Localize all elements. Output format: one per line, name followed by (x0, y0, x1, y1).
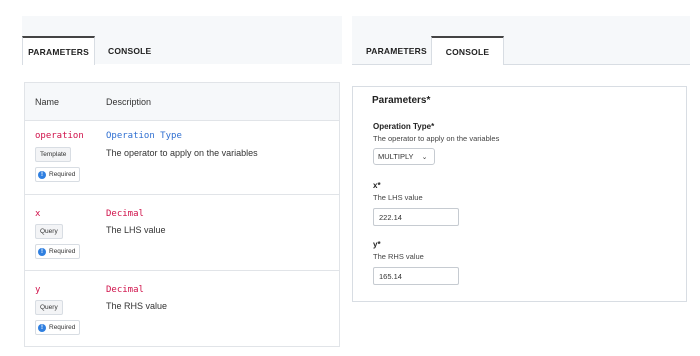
parameters-table: Name Description operation Template ! Req… (24, 82, 340, 347)
operation-type-description: The operator to apply on the variables (373, 134, 500, 143)
info-icon: ! (38, 323, 46, 332)
param-type: Operation Type (106, 131, 182, 141)
param-name: operation (35, 131, 84, 141)
console-panel: PARAMETERS CONSOLE Parameters* Operation… (352, 0, 700, 356)
param-type: Decimal (106, 209, 144, 219)
tab-console[interactable]: CONSOLE (108, 37, 162, 64)
operation-type-select[interactable]: MULTIPLY ⌄ (373, 148, 435, 165)
param-location-badge: Query (35, 224, 63, 239)
required-badge: ! Required (35, 320, 81, 335)
operation-type-value: MULTIPLY (378, 152, 414, 161)
y-label: y* (373, 240, 381, 249)
tab-parameters[interactable]: PARAMETERS (366, 37, 427, 64)
fieldset-legend: Parameters* (369, 95, 434, 106)
param-location-badge: Template (35, 147, 72, 162)
table-header: Name Description (25, 83, 339, 121)
required-label: Required (49, 248, 76, 255)
info-icon: ! (38, 170, 46, 179)
table-row: operation Template ! Required Operation T… (25, 121, 339, 195)
table-row: x Query ! Required Decimal The LHS value (25, 195, 339, 271)
operation-type-label: Operation Type* (373, 122, 435, 131)
x-input[interactable]: 222.14 (373, 208, 459, 226)
tab-parameters[interactable]: PARAMETERS (22, 36, 95, 65)
param-location-badge: Query (35, 300, 63, 315)
param-description: The RHS value (106, 301, 168, 311)
x-label: x* (373, 181, 381, 190)
parameters-panel: PARAMETERS CONSOLE Name Description oper… (0, 0, 352, 356)
header-description: Description (106, 97, 152, 107)
param-description: The operator to apply on the variables (106, 148, 258, 158)
required-label: Required (49, 324, 76, 331)
tab-bar: PARAMETERS CONSOLE (352, 16, 690, 65)
info-icon: ! (38, 247, 46, 256)
table-row: y Query ! Required Decimal The RHS value (25, 271, 339, 346)
param-description: The LHS value (106, 225, 166, 235)
param-type: Decimal (106, 285, 144, 295)
required-badge: ! Required (35, 167, 81, 182)
x-description: The LHS value (373, 193, 423, 202)
param-name: y (35, 285, 41, 295)
required-badge: ! Required (35, 244, 81, 259)
header-name: Name (35, 97, 60, 107)
tab-bar: PARAMETERS CONSOLE (22, 16, 342, 65)
required-label: Required (49, 171, 76, 178)
y-input[interactable]: 165.14 (373, 267, 459, 285)
chevron-down-icon: ⌄ (421, 153, 428, 161)
param-name: x (35, 209, 41, 219)
y-description: The RHS value (373, 252, 424, 261)
tab-console[interactable]: CONSOLE (431, 36, 504, 65)
